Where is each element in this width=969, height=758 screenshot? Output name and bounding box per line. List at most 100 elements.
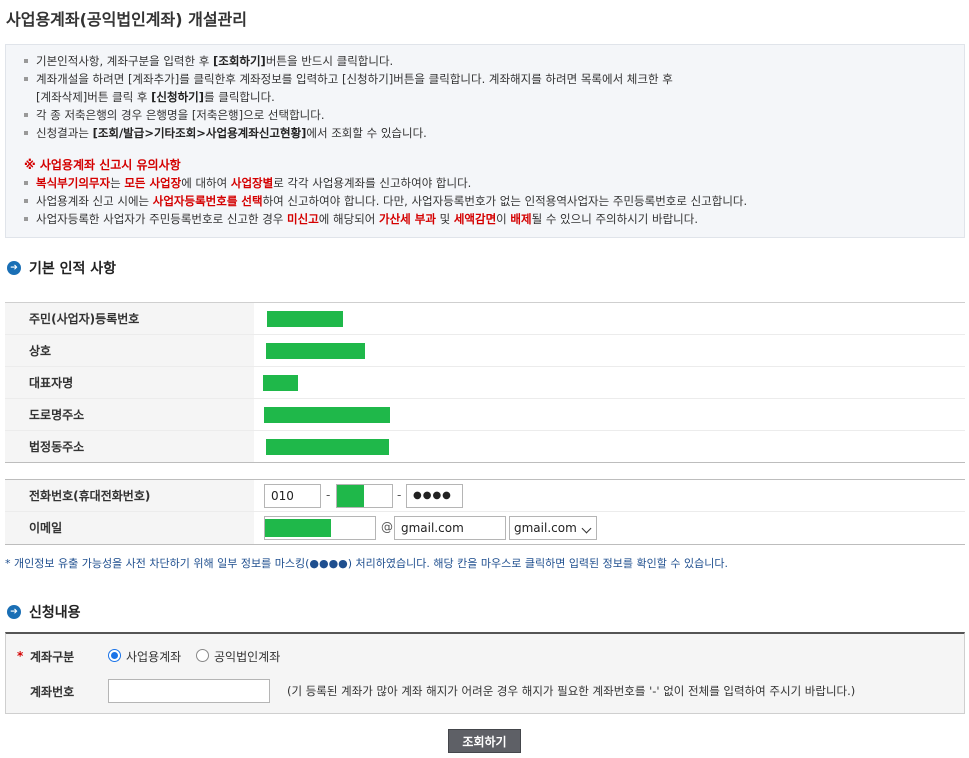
bullet-icon (24, 131, 28, 135)
notice-emphasis: [조회/발급>기타조회>사업용계좌신고현황] (92, 126, 307, 140)
table-row: 법정동주소 (5, 431, 965, 463)
masked-value (263, 375, 298, 391)
warning-emphasis: 미신고 (287, 212, 319, 226)
phone-separator: - (326, 488, 331, 502)
row-value (254, 399, 965, 430)
row-value (254, 303, 965, 334)
notice-line: 기본인적사항, 계좌구분을 입력한 후 [조회하기]버튼을 반드시 클릭합니다. (24, 52, 964, 70)
row-value (254, 335, 965, 366)
masked-value (266, 343, 365, 359)
warning-line: 사업용계좌 신고 시에는 사업자등록번호를 선택하여 신고하여야 합니다. 다만… (24, 192, 964, 210)
account-type-label: 계좌구분 (30, 649, 75, 664)
section-basic-info: ➔ 기본 인적 사항 (7, 258, 116, 278)
row-label: 대표자명 (5, 367, 254, 398)
warning-text: 는 (110, 176, 125, 190)
radio-public-account[interactable] (196, 649, 209, 662)
warning-text: 에 대하여 (181, 176, 231, 190)
email-domain-input[interactable]: gmail.com (394, 516, 506, 540)
privacy-note: * 개인정보 유출 가능성을 사전 차단하기 위해 일부 정보를 마스킹(●●●… (5, 557, 728, 570)
page-title: 사업용계좌(공익법인계좌) 개설관리 (6, 10, 247, 29)
notice-text: 기본인적사항, 계좌구분을 입력한 후 (36, 54, 213, 68)
warning-emphasis: 모든 사업장 (124, 176, 182, 190)
row-label: 법정동주소 (5, 431, 254, 462)
notice-emphasis: [조회하기] (212, 54, 266, 68)
notice-text: 각 종 저축은행의 경우 은행명을 [저축은행]으로 선택합니다. (36, 108, 325, 122)
row-value (254, 431, 965, 462)
notice-text: 를 클릭합니다. (204, 90, 275, 104)
phone-part3-input[interactable]: ●●●● (406, 484, 463, 508)
warning-text: 로 각각 사업용계좌를 신고하여야 합니다. (273, 176, 472, 190)
warning-emphasis: 세액감면 (453, 212, 497, 226)
arrow-circle-icon: ➔ (7, 605, 21, 619)
warning-emphasis: 배제 (510, 212, 532, 226)
notice-text: 신청결과는 (36, 126, 93, 140)
warning-text: 에 해당되어 (318, 212, 380, 226)
warning-emphasis: 가산세 부과 (379, 212, 436, 226)
radio-business-account[interactable] (108, 649, 121, 662)
warning-line: 사업자등록한 사업자가 주민등록번호로 신고한 경우 미신고에 해당되어 가산세… (24, 210, 964, 228)
phone-separator: - (397, 488, 402, 502)
bullet-icon (24, 113, 28, 117)
radio-business-label[interactable]: 사업용계좌 (126, 648, 181, 665)
phone-label: 전화번호(휴대전화번호) (5, 480, 254, 511)
bullet-icon (24, 77, 28, 81)
section-application: ➔ 신청내용 (7, 602, 81, 622)
masked-value (265, 519, 331, 537)
bullet-icon (24, 59, 28, 63)
bullet-icon (24, 199, 28, 203)
warning-emphasis: 사업장별 (230, 176, 274, 190)
account-number-input[interactable] (108, 679, 270, 703)
notice-emphasis: [신청하기] (151, 90, 205, 104)
table-row: 대표자명 (5, 367, 965, 399)
radio-public-label[interactable]: 공익법인계좌 (214, 648, 280, 665)
arrow-circle-icon: ➔ (7, 261, 21, 275)
table-row: 주민(사업자)등록번호 (5, 303, 965, 335)
section-title: 기본 인적 사항 (29, 261, 117, 277)
warning-emphasis: 사업자등록번호를 선택 (152, 194, 263, 208)
warning-title: ※ 사업용계좌 신고시 유의사항 (24, 158, 181, 172)
table-row: 이메일 @ gmail.com gmail.com (5, 512, 965, 544)
warning-text: 및 (435, 212, 454, 226)
row-value (254, 367, 965, 398)
table-row: 상호 (5, 335, 965, 367)
notice-text: 에서 조회할 수 있습니다. (306, 126, 427, 140)
email-value: @ gmail.com gmail.com (254, 512, 965, 544)
warning-text: 사업용계좌 신고 시에는 (36, 194, 153, 208)
notice-text: 버튼을 반드시 클릭합니다. (265, 54, 394, 68)
phone-part1-input[interactable]: 010 (264, 484, 321, 508)
basic-info-table: 주민(사업자)등록번호 상호 대표자명 도로명주소 법정동주소 (5, 302, 965, 463)
required-mark: * (17, 649, 24, 663)
email-label: 이메일 (5, 512, 254, 544)
section-title: 신청내용 (29, 605, 81, 621)
table-row: 전화번호(휴대전화번호) 010 - - ●●●● (5, 480, 965, 512)
bullet-icon (24, 217, 28, 221)
warning-text: 이 (496, 212, 511, 226)
account-number-label: 계좌번호 (30, 684, 75, 699)
warning-line: 복식부기의무자는 모든 사업장에 대하여 사업장별로 각각 사업용계좌를 신고하… (24, 174, 964, 192)
email-id-input[interactable] (264, 516, 376, 540)
phone-value: 010 - - ●●●● (254, 480, 965, 511)
warning-emphasis: 복식부기의무자 (36, 176, 111, 190)
row-label: 주민(사업자)등록번호 (5, 303, 254, 334)
masked-value (266, 439, 389, 455)
row-label: 상호 (5, 335, 254, 366)
row-label: 도로명주소 (5, 399, 254, 430)
query-button[interactable]: 조회하기 (448, 729, 521, 753)
email-at-sign: @ (381, 520, 393, 534)
notice-line: 각 종 저축은행의 경우 은행명을 [저축은행]으로 선택합니다. (24, 106, 964, 124)
notice-line: [계좌삭제]버튼 클릭 후 [신청하기]를 클릭합니다. (24, 88, 964, 106)
table-row: 도로명주소 (5, 399, 965, 431)
phone-part2-input[interactable] (336, 484, 393, 508)
notice-box: 기본인적사항, 계좌구분을 입력한 후 [조회하기]버튼을 반드시 클릭합니다.… (5, 44, 965, 238)
account-number-help: (기 등록된 계좌가 많아 계좌 해지가 어려운 경우 해지가 필요한 계좌번호… (287, 684, 856, 698)
masked-value (267, 311, 343, 327)
application-box: * 계좌구분 사업용계좌 공익법인계좌 계좌번호 (기 등록된 계좌가 많아 계… (5, 632, 965, 714)
warning-text: 사업자등록한 사업자가 주민등록번호로 신고한 경우 (36, 212, 288, 226)
notice-text: 계좌개설을 하려면 [계좌추가]를 클릭한후 계좌정보를 입력하고 [신청하기]… (36, 72, 673, 86)
warning-text: 될 수 있으니 주의하시기 바랍니다. (531, 212, 698, 226)
notice-line: 계좌개설을 하려면 [계좌추가]를 클릭한후 계좌정보를 입력하고 [신청하기]… (24, 70, 964, 88)
warning-text: 하여 신고하여야 합니다. 다만, 사업자등록번호가 없는 인적용역사업자는 주… (262, 194, 748, 208)
masked-value (264, 407, 390, 423)
email-domain-select[interactable]: gmail.com (509, 516, 597, 540)
notice-line: 신청결과는 [조회/발급>기타조회>사업용계좌신고현황]에서 조회할 수 있습니… (24, 124, 964, 142)
